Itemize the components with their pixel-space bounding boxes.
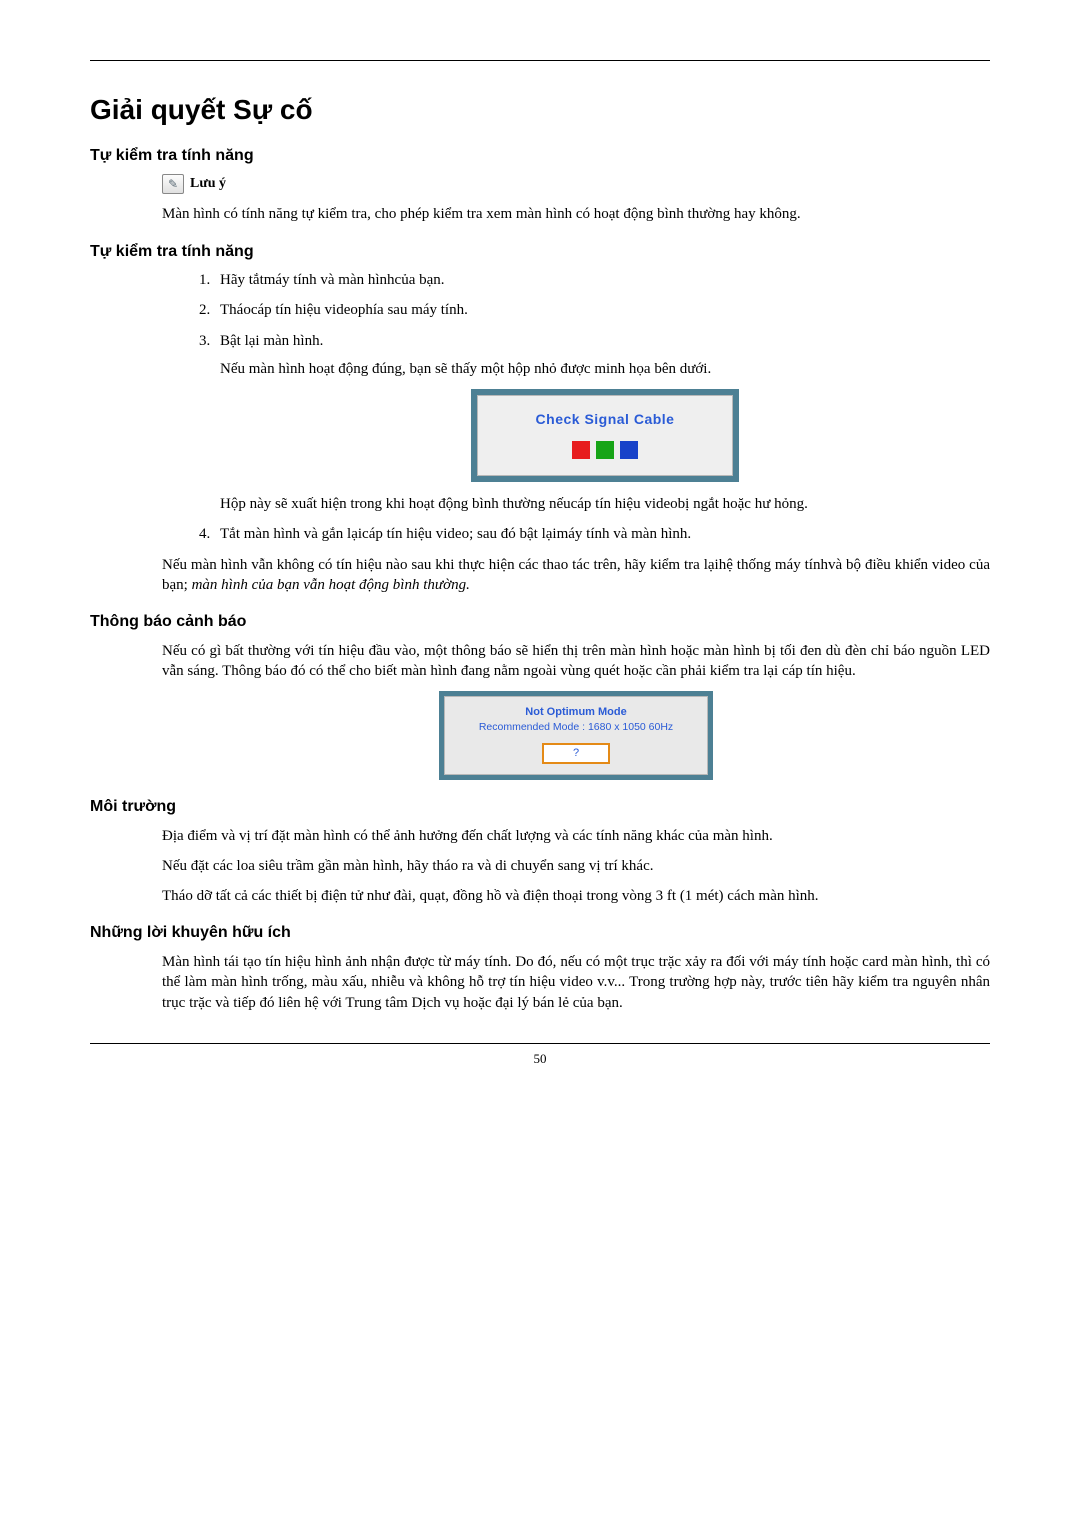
note-icon: ✎ bbox=[162, 174, 184, 194]
step-3-sub2: Hộp này sẽ xuất hiện trong khi hoạt động… bbox=[220, 494, 990, 514]
sec4-p3: Tháo dỡ tất cả các thiết bị điện tử như … bbox=[162, 886, 990, 906]
heading-warning: Thông báo cảnh báo bbox=[90, 611, 990, 633]
not-optimum-dialog: Not Optimum Mode Recommended Mode : 1680… bbox=[439, 691, 713, 780]
not-optimum-line1: Not Optimum Mode bbox=[451, 705, 701, 720]
step-3: Bật lại màn hình. Nếu màn hình hoạt động… bbox=[214, 331, 990, 515]
step-1: Hãy tắtmáy tính và màn hìnhcủa bạn. bbox=[214, 270, 990, 290]
page-number: 50 bbox=[90, 1050, 990, 1068]
sec3-paragraph: Nếu có gì bất thường với tín hiệu đầu và… bbox=[162, 641, 990, 682]
note-row: ✎ Lưu ý bbox=[162, 174, 990, 194]
page-title: Giải quyết Sự cố bbox=[90, 91, 990, 129]
not-optimum-button: ? bbox=[542, 743, 610, 764]
step-4: Tắt màn hình và gắn lạicáp tín hiệu vide… bbox=[214, 524, 990, 544]
square-blue bbox=[620, 441, 638, 459]
sec2-after-italic: màn hình của bạn vẫn hoạt động bình thườ… bbox=[192, 577, 470, 593]
step-2: Tháocáp tín hiệu videophía sau máy tính. bbox=[214, 300, 990, 320]
square-red bbox=[572, 441, 590, 459]
check-signal-text: Check Signal Cable bbox=[488, 410, 722, 429]
note-label: Lưu ý bbox=[190, 175, 226, 194]
step-3-sub: Nếu màn hình hoạt động đúng, bạn sẽ thấy… bbox=[220, 359, 990, 379]
sec5-p1: Màn hình tái tạo tín hiệu hình ảnh nhận … bbox=[162, 952, 990, 1013]
not-optimum-line2: Recommended Mode : 1680 x 1050 60Hz bbox=[451, 720, 701, 734]
heading-environment: Môi trường bbox=[90, 796, 990, 818]
heading-self-test-2: Tự kiểm tra tính năng bbox=[90, 241, 990, 263]
sec4-p2: Nếu đặt các loa siêu trầm gần màn hình, … bbox=[162, 856, 990, 876]
sec4-p1: Địa điểm và vị trí đặt màn hình có thể ả… bbox=[162, 826, 990, 846]
heading-self-test-1: Tự kiểm tra tính năng bbox=[90, 145, 990, 167]
sec2-after-list: Nếu màn hình vẫn không có tín hiệu nào s… bbox=[162, 555, 990, 596]
heading-tips: Những lời khuyên hữu ích bbox=[90, 922, 990, 944]
check-signal-dialog: Check Signal Cable bbox=[471, 389, 739, 482]
square-green bbox=[596, 441, 614, 459]
sec1-paragraph: Màn hình có tính năng tự kiểm tra, cho p… bbox=[162, 204, 990, 224]
step-3-text: Bật lại màn hình. bbox=[220, 333, 323, 349]
color-squares bbox=[488, 441, 722, 459]
